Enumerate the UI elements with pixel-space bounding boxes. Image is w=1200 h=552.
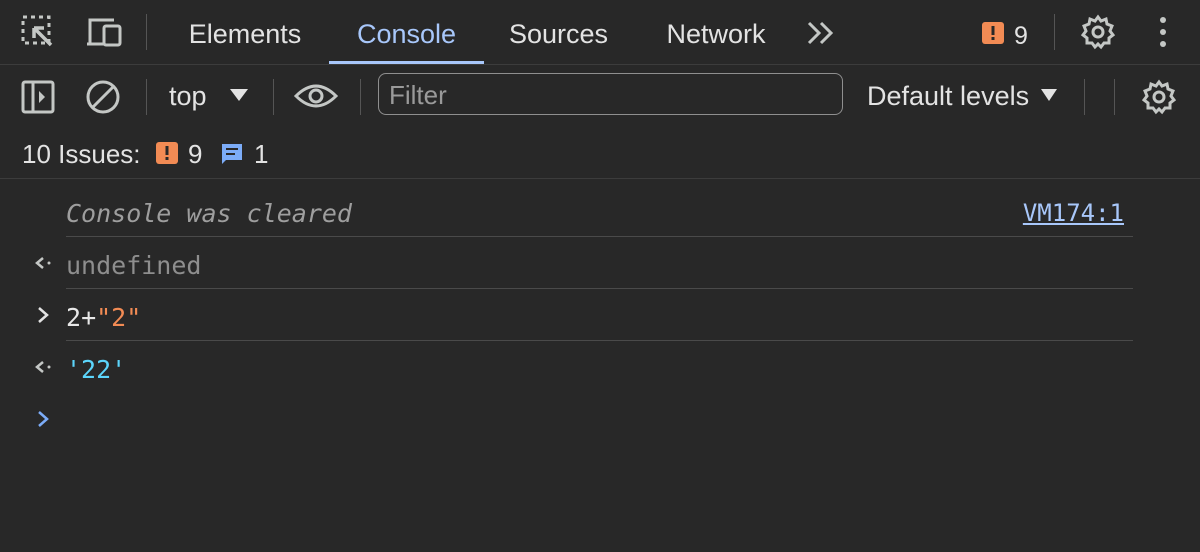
result-value: undefined <box>66 251 202 280</box>
more-tabs-icon[interactable] <box>804 18 838 48</box>
context-selector[interactable]: top <box>169 81 207 112</box>
settings-icon[interactable] <box>1080 14 1116 50</box>
more-options-icon[interactable] <box>1152 14 1174 50</box>
divider <box>360 79 361 115</box>
console-cleared-message: Console was cleared <box>66 199 352 228</box>
dropdown-arrow-icon[interactable] <box>229 87 249 103</box>
result-arrow-icon <box>34 251 54 275</box>
input-chevron-icon <box>34 303 54 327</box>
expression-operator: + <box>81 303 97 332</box>
sidebar-toggle-icon[interactable] <box>20 79 56 115</box>
divider <box>1054 14 1055 50</box>
live-expression-eye-icon[interactable] <box>294 81 338 111</box>
expression-number: 2 <box>66 303 82 332</box>
filter-input[interactable] <box>387 78 831 112</box>
console-result-row: '22' <box>0 341 1200 393</box>
input-expression: 2+"2" <box>66 303 141 332</box>
console-toolbar: top Default levels <box>0 65 1200 129</box>
divider <box>1084 79 1085 115</box>
info-count: 1 <box>254 139 269 169</box>
result-value: '22' <box>66 355 127 384</box>
console-output[interactable]: Console was cleared VM174:1 undefined 2+… <box>0 179 1200 552</box>
inspect-element-icon[interactable] <box>20 14 56 50</box>
divider <box>146 14 147 50</box>
clear-console-icon[interactable] <box>85 79 121 115</box>
issues-badge-count[interactable]: 9 <box>1014 22 1028 51</box>
warnings-count: 9 <box>188 139 203 169</box>
issues-bar[interactable]: 10 Issues: 9 1 <box>0 129 1200 179</box>
prompt-chevron-icon <box>34 407 54 431</box>
tab-network[interactable]: Network <box>650 0 782 64</box>
filter-field[interactable] <box>378 73 843 115</box>
device-toolbar-icon[interactable] <box>86 14 124 50</box>
tab-sources[interactable]: Sources <box>495 0 622 64</box>
log-levels-selector[interactable]: Default levels <box>867 81 1029 112</box>
console-prompt-row[interactable] <box>0 393 1200 445</box>
info-message-icon <box>220 142 244 166</box>
result-arrow-icon <box>34 355 54 379</box>
console-input-row: 2+"2" <box>0 289 1200 341</box>
expression-string: "2" <box>96 303 142 332</box>
console-message-row: Console was cleared VM174:1 <box>0 185 1200 237</box>
issues-label: 10 Issues: <box>22 139 141 169</box>
divider <box>1114 79 1115 115</box>
divider <box>146 79 147 115</box>
console-result-row: undefined <box>0 237 1200 289</box>
settings-icon[interactable] <box>1141 79 1177 115</box>
dropdown-arrow-icon[interactable] <box>1040 87 1058 103</box>
warning-icon[interactable] <box>982 22 1004 44</box>
tab-console[interactable]: Console <box>329 0 484 64</box>
devtools-tab-bar: Elements Console Sources Network 9 <box>0 0 1200 65</box>
divider <box>273 79 274 115</box>
warning-icon <box>156 142 178 164</box>
active-tab-indicator <box>329 61 484 64</box>
tab-elements[interactable]: Elements <box>175 0 315 64</box>
source-link[interactable]: VM174:1 <box>1023 199 1124 227</box>
